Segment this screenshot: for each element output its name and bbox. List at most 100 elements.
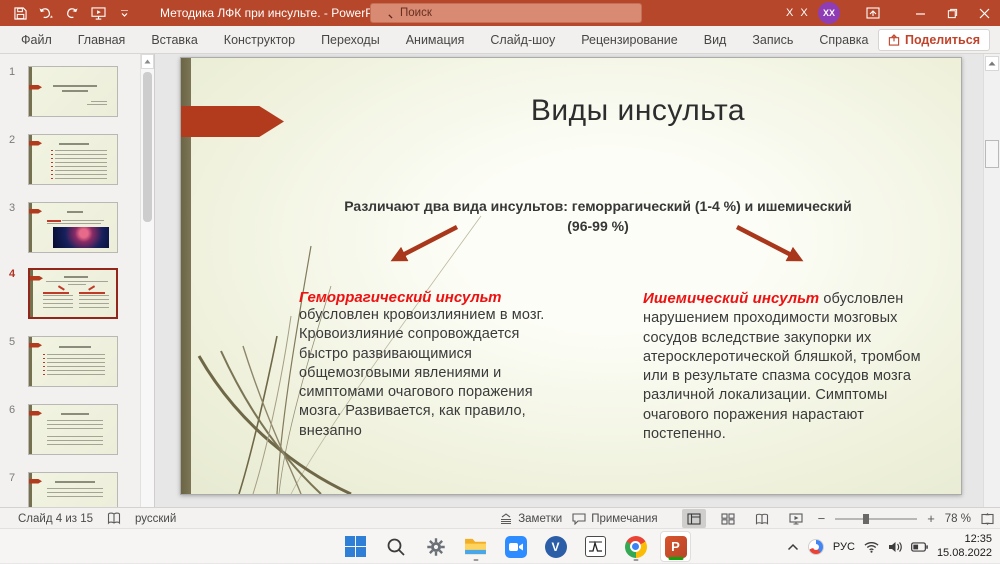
scrollbar-thumb[interactable] xyxy=(985,140,999,168)
close-button[interactable] xyxy=(968,0,1000,26)
maximize-button[interactable] xyxy=(936,0,968,26)
brain-image-preview xyxy=(53,227,109,248)
slide-thumbnail-7[interactable]: 7 xyxy=(0,472,155,507)
thumbnail-number: 6 xyxy=(9,404,15,416)
taskbar-search-button[interactable] xyxy=(380,531,411,562)
v-app-icon: V xyxy=(545,536,567,558)
zoom-slider[interactable] xyxy=(835,518,917,520)
hemorrhagic-text-block[interactable]: Геморрагический инсульт обусловлен крово… xyxy=(299,289,567,441)
minimize-icon xyxy=(915,8,926,19)
slide-thumbnail-4-current[interactable]: 4 xyxy=(0,268,155,326)
editor-scrollbar[interactable] xyxy=(983,54,1000,507)
thumbnail-number: 4 xyxy=(9,268,15,280)
tab-file[interactable]: Файл xyxy=(8,26,65,54)
tray-time: 12:35 xyxy=(937,533,992,547)
chrome-button[interactable] xyxy=(620,531,651,562)
tab-slideshow[interactable]: Слайд-шоу xyxy=(477,26,568,54)
red-ribbon-shape xyxy=(181,106,284,137)
file-explorer-button[interactable] xyxy=(460,531,491,562)
tab-animations[interactable]: Анимация xyxy=(393,26,478,54)
powerpoint-icon: P xyxy=(665,536,687,558)
zoom-app-button[interactable] xyxy=(500,531,531,562)
tray-app-icon[interactable] xyxy=(808,539,824,555)
v-app-button[interactable]: V xyxy=(540,531,571,562)
settings-button[interactable] xyxy=(420,531,451,562)
ribbon-tab-bar: Файл Главная Вставка Конструктор Переход… xyxy=(0,26,1000,54)
scroll-up-button[interactable] xyxy=(141,54,154,69)
volume-icon[interactable] xyxy=(888,541,902,553)
slide-thumbnail-3[interactable]: 3 xyxy=(0,202,155,260)
minimize-button[interactable] xyxy=(904,0,936,26)
spellcheck-icon[interactable] xyxy=(107,512,121,525)
language-indicator[interactable]: русский xyxy=(135,513,176,525)
slide-editor-workspace: Виды инсульта Различают два вида инсульт… xyxy=(156,54,983,507)
zoom-slider-thumb[interactable] xyxy=(863,514,869,524)
save-icon xyxy=(14,7,27,20)
wifi-icon[interactable] xyxy=(864,541,879,553)
save-button[interactable] xyxy=(10,3,30,23)
start-button[interactable] xyxy=(340,531,371,562)
tab-design[interactable]: Конструктор xyxy=(211,26,308,54)
battery-icon[interactable] xyxy=(911,542,928,552)
slide-thumbnail-1[interactable]: 1 xyxy=(0,66,155,124)
search-icon xyxy=(386,537,406,557)
share-label: Поделиться xyxy=(905,33,980,47)
powerpoint-button[interactable]: P xyxy=(660,531,691,562)
ischemic-body: обусловлен нарушением проходимости мозго… xyxy=(643,291,921,442)
customize-toolbar-button[interactable] xyxy=(114,3,134,23)
tray-date: 15.08.2022 xyxy=(937,547,992,561)
taskbar-clock[interactable]: 12:35 15.08.2022 xyxy=(937,533,992,561)
thumbnail-panel-scrollbar[interactable] xyxy=(140,54,154,507)
arrow-down-right xyxy=(731,223,817,270)
zoom-in-button[interactable]: + xyxy=(927,511,935,526)
maximize-icon xyxy=(947,8,958,19)
comments-button[interactable]: Примечания xyxy=(572,513,657,525)
fit-slide-icon[interactable] xyxy=(981,513,994,525)
redo-button[interactable] xyxy=(62,3,82,23)
slide-title[interactable]: Виды инсульта xyxy=(331,94,945,128)
input-language[interactable]: РУС xyxy=(833,541,855,553)
tab-review[interactable]: Рецензирование xyxy=(568,26,691,54)
account-avatar[interactable]: XX xyxy=(818,2,840,24)
slide-thumbnail-2[interactable]: 2 xyxy=(0,134,155,192)
running-indicator xyxy=(473,559,478,562)
hemorrhagic-heading: Геморрагический инсульт xyxy=(299,289,567,306)
start-slideshow-button[interactable] xyxy=(88,3,108,23)
tab-home[interactable]: Главная xyxy=(65,26,139,54)
tab-view[interactable]: Вид xyxy=(691,26,740,54)
zoom-app-icon xyxy=(505,536,527,558)
search-box[interactable]: Поиск xyxy=(370,3,642,23)
undo-button[interactable] xyxy=(36,3,56,23)
view-slide-sorter-button[interactable] xyxy=(716,509,740,528)
tab-transitions[interactable]: Переходы xyxy=(308,26,393,54)
title-bar: Методика ЛФК при инсульте. - PowerPoint … xyxy=(0,0,1000,26)
view-normal-button[interactable] xyxy=(682,509,706,528)
folder-icon xyxy=(464,537,487,556)
tab-insert[interactable]: Вставка xyxy=(138,26,210,54)
comments-icon xyxy=(572,513,586,525)
slide-counter[interactable]: Слайд 4 из 15 xyxy=(18,513,93,525)
arrow-down-left xyxy=(381,223,463,270)
scrollbar-thumb[interactable] xyxy=(143,72,152,222)
slide-canvas[interactable]: Виды инсульта Различают два вида инсульт… xyxy=(180,57,962,495)
tray-chevron-up-icon[interactable] xyxy=(787,543,799,551)
graph-app-icon xyxy=(585,536,606,557)
slide-thumbnail-5[interactable]: 5 xyxy=(0,336,155,394)
window-controls xyxy=(904,0,1000,26)
thumbnail-number: 7 xyxy=(9,472,15,484)
view-reading-button[interactable] xyxy=(750,509,774,528)
ischemic-text-block[interactable]: Ишемический инсульт обусловлен нарушение… xyxy=(643,289,925,444)
tab-help[interactable]: Справка xyxy=(806,26,881,54)
slide-thumbnail-6[interactable]: 6 xyxy=(0,404,155,462)
share-button[interactable]: Поделиться xyxy=(878,29,990,51)
view-slideshow-icon xyxy=(789,513,803,525)
tab-record[interactable]: Запись xyxy=(739,26,806,54)
zoom-level[interactable]: 78 % xyxy=(945,513,971,525)
zoom-out-button[interactable]: − xyxy=(818,511,826,526)
ribbon-display-options-button[interactable] xyxy=(858,0,888,26)
notes-button[interactable]: Заметки xyxy=(499,513,562,525)
view-slideshow-button[interactable] xyxy=(784,509,808,528)
graph-app-button[interactable] xyxy=(580,531,611,562)
active-app-indicator xyxy=(668,557,683,560)
scroll-up-button[interactable] xyxy=(985,56,999,71)
